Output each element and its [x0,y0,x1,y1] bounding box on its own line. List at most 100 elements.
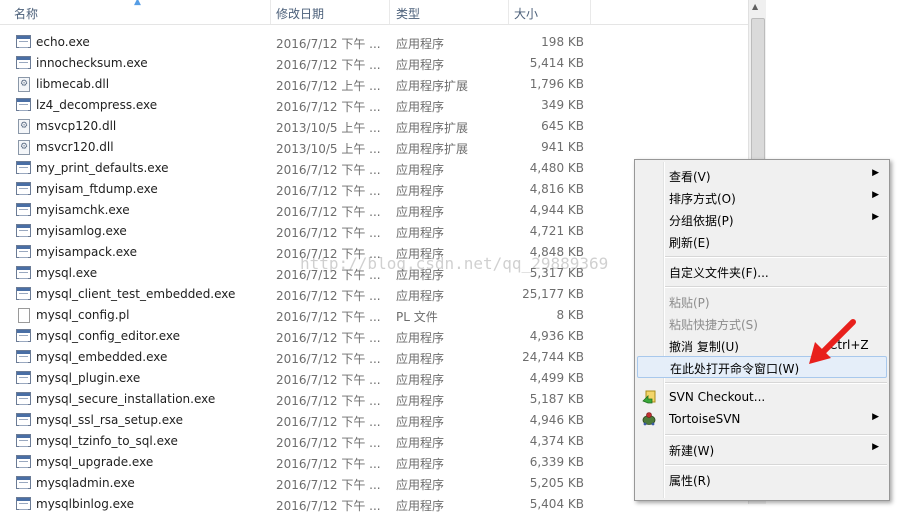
menu-item-customize-folder[interactable]: 自定义文件夹(F)... [635,260,889,282]
file-type: 应用程序扩展 [396,142,469,156]
application-file-icon [16,161,31,174]
file-type: 应用程序 [396,289,445,303]
menu-separator [665,286,887,288]
column-size-header[interactable]: 大小 [514,5,538,22]
file-row[interactable]: msvcr120.dll 2013/10/5 上午 ... 应用程序扩展 941 KB [0,137,750,158]
application-file-icon [16,182,31,195]
file-name: mysql_config.pl [36,308,130,322]
menu-item-view[interactable]: 查看(V) ▶ [635,164,889,186]
file-size: 8 KB [556,308,584,322]
file-size: 645 KB [541,119,584,133]
menu-item-label: 排序方式(O) [669,192,736,206]
menu-item-label: 刷新(E) [669,236,710,250]
column-divider[interactable] [590,0,591,24]
menu-item-tortoisesvn[interactable]: TortoiseSVN ▶ [635,408,889,430]
file-row[interactable]: libmecab.dll 2016/7/12 上午 ... 应用程序扩展 1,796 … [0,74,750,95]
menu-item-label: 在此处打开命令窗口(W) [670,362,800,376]
application-file-icon [16,329,31,342]
file-size: 5,187 KB [529,392,584,406]
file-name: my_print_defaults.exe [36,161,169,175]
application-file-icon [16,245,31,258]
file-date: 2016/7/12 下午 ... [276,352,381,366]
file-row[interactable]: echo.exe 2016/7/12 下午 ... 应用程序 198 KB [0,32,750,53]
file-date: 2016/7/12 下午 ... [276,415,381,429]
file-type: 应用程序扩展 [396,79,469,93]
file-name: myisam_ftdump.exe [36,182,158,196]
file-type: 应用程序 [396,184,445,198]
file-name: libmecab.dll [36,77,110,91]
watermark: http://blog.csdn.net/qq_29889369 [300,254,609,273]
file-name: mysqladmin.exe [36,476,135,490]
file-type: 应用程序 [396,331,445,345]
file-date: 2016/7/12 下午 ... [276,331,381,345]
menu-item-refresh[interactable]: 刷新(E) [635,230,889,252]
file-name: myisampack.exe [36,245,138,259]
column-date-header[interactable]: 修改日期 [276,5,324,22]
file-size: 4,480 KB [529,161,584,175]
menu-item-svn-checkout[interactable]: SVN Checkout... [635,386,889,408]
file-name: mysql_upgrade.exe [36,455,154,469]
scroll-up-arrow-icon[interactable]: ▲ [752,2,758,11]
file-size: 4,946 KB [529,413,584,427]
file-date: 2016/7/12 下午 ... [276,58,381,72]
file-date: 2016/7/12 下午 ... [276,37,381,51]
file-date: 2016/7/12 下午 ... [276,457,381,471]
file-size: 4,944 KB [529,203,584,217]
column-type-header[interactable]: 类型 [396,5,420,22]
menu-item-properties[interactable]: 属性(R) [635,468,889,490]
file-name: innochecksum.exe [36,56,148,70]
file-name: mysql.exe [36,266,98,280]
application-file-icon [16,434,31,447]
menu-item-label: 查看(V) [669,170,711,184]
column-divider[interactable] [270,0,271,24]
file-size: 6,339 KB [529,455,584,469]
menu-item-sort-by[interactable]: 排序方式(O) ▶ [635,186,889,208]
menu-item-new[interactable]: 新建(W) ▶ [635,438,889,460]
file-type: 应用程序 [396,457,445,471]
menu-item-label: 属性(R) [669,474,711,488]
file-date: 2016/7/12 下午 ... [276,226,381,240]
menu-separator [665,434,887,436]
submenu-arrow-icon: ▶ [872,442,879,452]
file-type: 应用程序 [396,58,445,72]
application-file-icon [16,476,31,489]
menu-item-paste[interactable]: 粘贴(P) [635,290,889,312]
menu-item-group-by[interactable]: 分组依据(P) ▶ [635,208,889,230]
application-file-icon [16,98,31,111]
file-date: 2016/7/12 下午 ... [276,289,381,303]
file-size: 24,744 KB [522,350,584,364]
menu-item-label: 自定义文件夹(F)... [669,266,769,280]
dll-file-icon [18,140,30,155]
application-file-icon [16,266,31,279]
file-name: msvcr120.dll [36,140,114,154]
file-type: 应用程序 [396,415,445,429]
menu-separator [665,382,887,384]
menu-item-label: 新建(W) [669,444,715,458]
file-date: 2016/7/12 下午 ... [276,184,381,198]
file-row[interactable]: innochecksum.exe 2016/7/12 下午 ... 应用程序 5,41… [0,53,750,74]
application-file-icon [16,371,31,384]
file-row[interactable]: msvcp120.dll 2013/10/5 上午 ... 应用程序扩展 645 KB [0,116,750,137]
file-type: 应用程序 [396,352,445,366]
dll-file-icon [18,77,30,92]
file-name: myisamlog.exe [36,224,127,238]
file-date: 2016/7/12 下午 ... [276,394,381,408]
file-size: 941 KB [541,140,584,154]
file-type: 应用程序 [396,499,445,513]
red-pointer-arrow-icon [809,319,856,364]
column-divider[interactable] [389,0,390,24]
file-name: mysql_ssl_rsa_setup.exe [36,413,184,427]
file-date: 2016/7/12 下午 ... [276,205,381,219]
file-name: mysql_secure_installation.exe [36,392,216,406]
column-divider[interactable] [508,0,509,24]
column-name-header[interactable]: 名称 [14,5,38,22]
application-file-icon [16,287,31,300]
file-size: 5,205 KB [529,476,584,490]
application-file-icon [16,224,31,237]
file-type: 应用程序 [396,394,445,408]
file-date: 2016/7/12 下午 ... [276,100,381,114]
file-row[interactable]: lz4_decompress.exe 2016/7/12 下午 ... 应用程序 34… [0,95,750,116]
application-file-icon [16,455,31,468]
file-name: myisamchk.exe [36,203,130,217]
application-file-icon [16,56,31,69]
